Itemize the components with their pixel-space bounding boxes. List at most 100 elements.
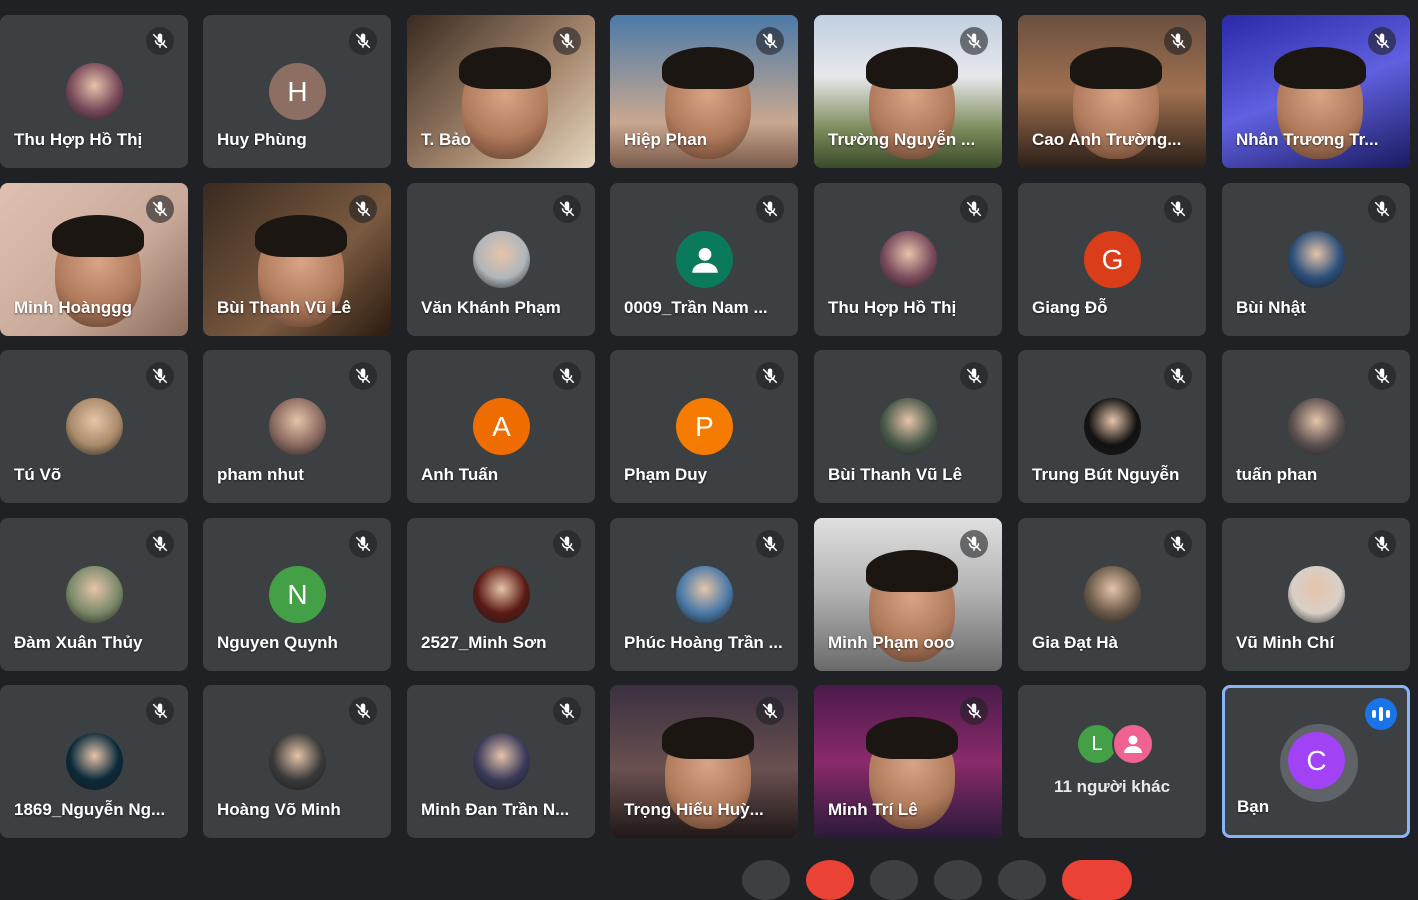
mic-off-icon: [960, 27, 988, 55]
speaking-indicator-icon: [1365, 698, 1397, 730]
mic-off-icon: [349, 697, 377, 725]
participant-tile[interactable]: Cao Anh Trường...: [1018, 15, 1206, 168]
participant-name: Gia Đạt Hà: [1032, 633, 1118, 652]
participant-tile[interactable]: 1869_Nguyễn Ng...: [0, 685, 188, 838]
participant-hair: [1274, 47, 1366, 89]
captions-button[interactable]: [870, 860, 918, 900]
participant-tile[interactable]: pham nhut: [203, 350, 391, 503]
avatar-initial: H: [287, 75, 308, 107]
participant-name: Nguyen Quynh: [217, 633, 338, 652]
mic-off-icon: [553, 697, 581, 725]
mic-off-icon: [756, 195, 784, 223]
avatar-photo: [1084, 566, 1141, 623]
avatar-photo: [66, 63, 123, 120]
mic-off-icon: [756, 362, 784, 390]
avatar-photo: [880, 398, 937, 455]
mic-off-icon: [553, 362, 581, 390]
avatar-initial: C: [1306, 744, 1327, 776]
participant-tile[interactable]: Thu Hợp Hồ Thị: [814, 183, 1002, 336]
participant-tile[interactable]: Vũ Minh Chí: [1222, 518, 1410, 671]
participant-tile[interactable]: Trường Nguyễn ...: [814, 15, 1002, 168]
participant-name: T. Bảo: [421, 130, 472, 149]
participant-name: Phạm Duy: [624, 465, 708, 484]
avatar-photo: [1288, 566, 1345, 623]
participant-tile[interactable]: 0009_Trần Nam ...: [610, 183, 798, 336]
participant-tile[interactable]: 2527_Minh Sơn: [407, 518, 595, 671]
avatar-letter: C: [1288, 732, 1345, 789]
participant-tile[interactable]: Trung Bút Nguyễn: [1018, 350, 1206, 503]
avatar-photo: [269, 733, 326, 790]
participant-hair: [866, 717, 958, 759]
participant-tile[interactable]: Bùi Thanh Vũ Lê: [203, 183, 391, 336]
participant-tile[interactable]: Hoàng Võ Minh: [203, 685, 391, 838]
participant-tile[interactable]: H Huy Phùng: [203, 15, 391, 168]
mic-off-icon: [756, 530, 784, 558]
participant-tile[interactable]: Tú Võ: [0, 350, 188, 503]
participant-hair: [866, 550, 958, 592]
participant-tile[interactable]: Văn Khánh Phạm: [407, 183, 595, 336]
participant-name: tuấn phan: [1236, 465, 1318, 484]
participant-tile[interactable]: Minh Trí Lê: [814, 685, 1002, 838]
avatar-letter: N: [269, 566, 326, 623]
participant-name: Minh Phạm ooo: [828, 633, 955, 652]
self-tile[interactable]: C Bạn: [1222, 685, 1410, 838]
participant-tile[interactable]: Minh Phạm ooo: [814, 518, 1002, 671]
mic-off-icon: [553, 195, 581, 223]
participant-grid: Thu Hợp Hồ Thị H Huy Phùng T. Bảo Hiệp Phan T…: [0, 0, 1418, 876]
mic-off-icon: [146, 362, 174, 390]
participant-name: Minh Hoànggg: [14, 298, 133, 317]
participant-tile[interactable]: Minh Hoànggg: [0, 183, 188, 336]
participant-tile[interactable]: P Phạm Duy: [610, 350, 798, 503]
participant-tile[interactable]: Gia Đạt Hà: [1018, 518, 1206, 671]
participant-name: Hiệp Phan: [624, 130, 708, 149]
avatar-letter: P: [676, 398, 733, 455]
participant-tile[interactable]: Nhân Trương Tr...: [1222, 15, 1410, 168]
mic-off-icon: [1368, 362, 1396, 390]
participant-hair: [866, 47, 958, 89]
participant-name: Hoàng Võ Minh: [217, 800, 341, 819]
participant-name: Bùi Thanh Vũ Lê: [828, 465, 963, 484]
participant-tile[interactable]: Phúc Hoàng Trần ...: [610, 518, 798, 671]
participant-tile[interactable]: Bùi Nhật: [1222, 183, 1410, 336]
participant-tile[interactable]: tuấn phan: [1222, 350, 1410, 503]
participant-name: Phúc Hoàng Trần ...: [624, 633, 783, 652]
avatar-photo: [269, 398, 326, 455]
participant-tile[interactable]: Đàm Xuân Thủy: [0, 518, 188, 671]
avatar-photo: [1084, 398, 1141, 455]
participant-tile[interactable]: Bùi Thanh Vũ Lê: [814, 350, 1002, 503]
participant-tile[interactable]: Thu Hợp Hồ Thị: [0, 15, 188, 168]
participant-name: Nhân Trương Tr...: [1236, 130, 1379, 149]
participant-tile[interactable]: T. Bảo: [407, 15, 595, 168]
present-button[interactable]: [934, 860, 982, 900]
participant-tile[interactable]: Trọng Hiếu Huỳ...: [610, 685, 798, 838]
mic-off-icon: [146, 530, 174, 558]
more-options-button[interactable]: [998, 860, 1046, 900]
other-participants-tile[interactable]: L 11 người khác: [1018, 685, 1206, 838]
avatar-initial: N: [287, 578, 308, 610]
participant-name: Huy Phùng: [217, 130, 307, 149]
participant-name: Thu Hợp Hồ Thị: [14, 130, 143, 149]
participant-tile[interactable]: G Giang Đỗ: [1018, 183, 1206, 336]
avatar-photo: [66, 566, 123, 623]
mic-off-icon: [1164, 195, 1192, 223]
participant-tile[interactable]: Hiệp Phan: [610, 15, 798, 168]
participant-name: Trung Bút Nguyễn: [1032, 465, 1180, 484]
participant-tile[interactable]: Minh Đan Trần N...: [407, 685, 595, 838]
participant-name: Anh Tuấn: [421, 465, 499, 484]
participant-tile[interactable]: N Nguyen Quynh: [203, 518, 391, 671]
avatar-photo: [473, 566, 530, 623]
camera-toggle-button[interactable]: [806, 860, 854, 900]
mic-toggle-button[interactable]: [742, 860, 790, 900]
participant-hair: [459, 47, 551, 89]
participant-name: Minh Trí Lê: [828, 800, 918, 819]
participant-name: Thu Hợp Hồ Thị: [828, 298, 957, 317]
mic-off-icon: [960, 530, 988, 558]
participant-name: Cao Anh Trường...: [1032, 130, 1182, 149]
mic-off-icon: [1164, 530, 1192, 558]
leave-call-button[interactable]: [1062, 860, 1132, 900]
avatar-photo: [473, 733, 530, 790]
participant-tile[interactable]: A Anh Tuấn: [407, 350, 595, 503]
mic-off-icon: [1164, 362, 1192, 390]
mic-off-icon: [553, 27, 581, 55]
avatar-letter: H: [269, 63, 326, 120]
